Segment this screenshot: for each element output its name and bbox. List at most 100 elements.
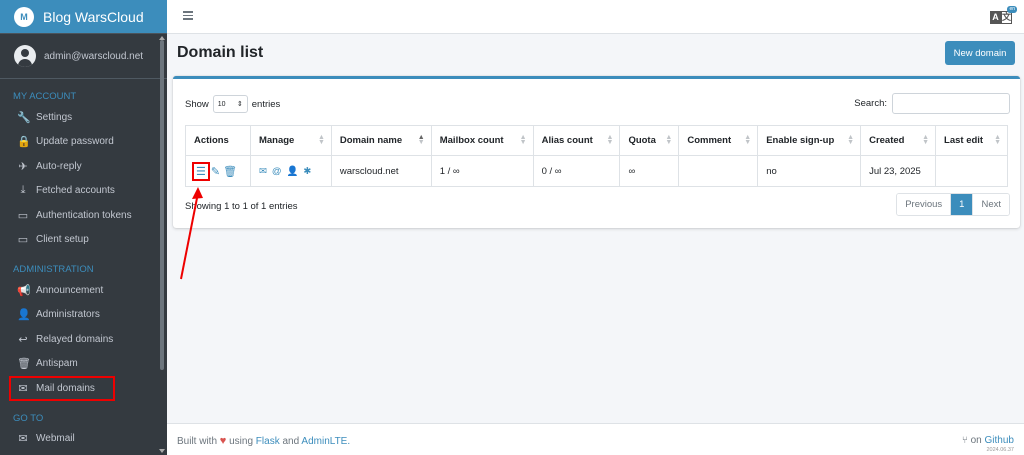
last-edit-cell [935, 155, 1008, 187]
bullhorn-icon: 📢 [17, 284, 31, 297]
reply-all-icon: ↩ [18, 333, 28, 346]
language-badge: en [1007, 6, 1017, 13]
delete-trash-icon[interactable]: 🗑 [223, 165, 237, 178]
sort-icon: ▲ ▼ [519, 134, 527, 146]
column-header-domain-name[interactable]: Domain name ▲ ▼ [330, 125, 432, 156]
brand-name: Blog WarsCloud [43, 8, 144, 25]
user-panel[interactable]: admin@warscloud.net [0, 34, 167, 79]
sidebar-item-label: Authentication tokens [36, 209, 132, 221]
envelope-icon: ✉ [18, 433, 28, 446]
domain-table: Actions Manage ▲ ▼ Domain name ▲ ▼ Mailbox c… [185, 125, 1008, 187]
pagination-next[interactable]: Next [973, 194, 1009, 215]
edit-pencil-icon[interactable]: ✎ [211, 165, 220, 178]
sidebar-item-webmail[interactable]: ✉ Webmail [0, 427, 167, 452]
footer-credits: Built with ♥ using Flask and AdminLTE. [177, 435, 351, 447]
sidebar-item-label: Auto-reply [36, 160, 82, 172]
sidebar-item-announcement[interactable]: 📢 Announcement [0, 278, 167, 303]
sort-icon: ▲ ▼ [994, 134, 1001, 146]
user-icon: 👤 [17, 309, 31, 322]
sidebar-item-client-setup[interactable]: ▭ Client setup [0, 228, 167, 253]
list-icon: ☰ [196, 165, 206, 178]
sidebar-item-label: Client setup [36, 234, 89, 246]
sidebar-item-fetched-accounts[interactable]: ⤓ Fetched accounts [0, 179, 167, 204]
laptop-icon: ▭ [17, 234, 29, 247]
footer: Built with ♥ using Flask and AdminLTE. ⑂… [167, 423, 1024, 455]
comment-cell [678, 155, 759, 187]
manage-cell: ✉ @ 👤 ✱ [249, 155, 332, 187]
top-navbar: A 文 en [167, 0, 1024, 34]
pagination-page-1[interactable]: 1 [951, 194, 974, 215]
pagination: Previous 1 Next [896, 193, 1010, 216]
sidebar-item-antispam[interactable]: 🗑 Antispam [0, 352, 167, 377]
show-entries-control: Show 10 ⇕ entries [185, 95, 280, 113]
sort-icon: ▲ ▼ [744, 134, 752, 146]
search-label: Search: [854, 98, 887, 109]
version-label: 2024.06.37 [986, 447, 1014, 453]
column-header-manage[interactable]: Manage ▲ ▼ [249, 125, 332, 156]
column-header-alias-count[interactable]: Alias count ▲ ▼ [532, 125, 621, 156]
adminlte-link[interactable]: AdminLTE. [301, 436, 350, 447]
show-label: Show [185, 98, 209, 110]
mailboxes-envelope-icon[interactable]: ✉ [259, 166, 267, 177]
managers-user-icon[interactable]: 👤 [287, 166, 299, 177]
annotation-arrow [180, 187, 203, 280]
column-header-actions: Actions [185, 125, 251, 156]
sidebar-item-label: Update password [36, 136, 114, 148]
column-header-created[interactable]: Created ▲ ▼ [860, 125, 937, 156]
sidebar-item-update-password[interactable]: 🔒 Update password [0, 130, 167, 155]
entries-select[interactable]: 10 ⇕ [212, 95, 248, 113]
column-header-quota[interactable]: Quota ▲ ▼ [619, 125, 680, 156]
created-cell: Jul 23, 2025 [860, 155, 937, 187]
aliases-at-icon[interactable]: @ [272, 166, 282, 177]
sort-icon: ▲ ▼ [847, 134, 855, 146]
sort-icon: ▲ ▼ [606, 134, 614, 146]
nav-header-my-account: MY ACCOUNT [13, 91, 77, 102]
page-title: Domain list [177, 44, 264, 61]
nav-header-go-to: GO TO [13, 412, 44, 424]
sort-icon: ▲ ▼ [665, 134, 673, 146]
nav-header-administration: ADMINISTRATION [13, 264, 94, 275]
column-header-comment[interactable]: Comment ▲ ▼ [678, 125, 759, 156]
sidebar-scrollbar[interactable] [160, 40, 164, 370]
alias-count-cell: 0 / ∞ [532, 155, 621, 187]
brand-logo-icon: M [14, 6, 34, 27]
alternatives-asterisk-icon[interactable]: ✱ [303, 166, 311, 177]
search-input[interactable] [892, 93, 1010, 114]
heart-icon: ♥ [219, 435, 227, 447]
scroll-down-arrow[interactable] [159, 449, 165, 453]
sort-icon: ▲ ▼ [922, 134, 930, 146]
sidebar-item-label: Administrators [36, 309, 100, 321]
column-header-last-edit[interactable]: Last edit ▲ ▼ [935, 125, 1008, 156]
github-link[interactable]: Github [985, 435, 1014, 446]
sidebar-item-label: Antispam [36, 358, 78, 370]
sort-asc-icon: ▲ ▼ [417, 134, 425, 146]
main-content: Domain list New domain Show 10 ⇕ entries… [167, 34, 1024, 423]
entries-select-value: 10 [217, 100, 226, 108]
flask-link[interactable]: Flask [256, 436, 280, 447]
pagination-previous[interactable]: Previous [897, 194, 952, 215]
sidebar-item-label: Announcement [36, 284, 104, 296]
language-icon-a: A [990, 11, 1001, 24]
quota-cell: ∞ [619, 155, 680, 187]
column-header-enable-signup[interactable]: Enable sign-up ▲ ▼ [757, 125, 862, 156]
ticket-icon: ▭ [17, 209, 29, 222]
sort-icon: ▲ ▼ [317, 134, 325, 146]
actions-cell: ☰ ✎ 🗑 [185, 155, 251, 187]
sidebar-item-relayed-domains[interactable]: ↩ Relayed domains [0, 327, 167, 352]
menu-toggle-icon[interactable] [183, 11, 193, 22]
sidebar-item-authentication-tokens[interactable]: ▭ Authentication tokens [0, 203, 167, 228]
language-switcher[interactable]: A 文 en [990, 6, 1017, 24]
sidebar-item-mail-domains[interactable]: ✉ Mail domains [9, 376, 115, 401]
brand-link[interactable]: M Blog WarsCloud [0, 0, 167, 34]
sidebar-item-auto-reply[interactable]: ✈ Auto-reply [0, 154, 167, 179]
details-list-button[interactable]: ☰ [192, 161, 210, 181]
chevron-updown-icon: ⇕ [236, 101, 243, 108]
domain-list-card: Show 10 ⇕ entries Search: Actions Manage… [173, 76, 1020, 228]
table-row: ☰ ✎ 🗑 ✉ @ 👤 ✱ warscloud.net 1 / ∞ 0 / ∞ … [185, 155, 1008, 187]
entries-label: entries [251, 98, 281, 110]
sidebar-item-administrators[interactable]: 👤 Administrators [0, 303, 167, 328]
new-domain-button[interactable]: New domain [945, 41, 1015, 65]
column-header-mailbox-count[interactable]: Mailbox count ▲ ▼ [430, 125, 534, 156]
enable-signup-cell: no [757, 155, 862, 187]
sidebar-item-settings[interactable]: 🔧 Settings [0, 105, 167, 130]
